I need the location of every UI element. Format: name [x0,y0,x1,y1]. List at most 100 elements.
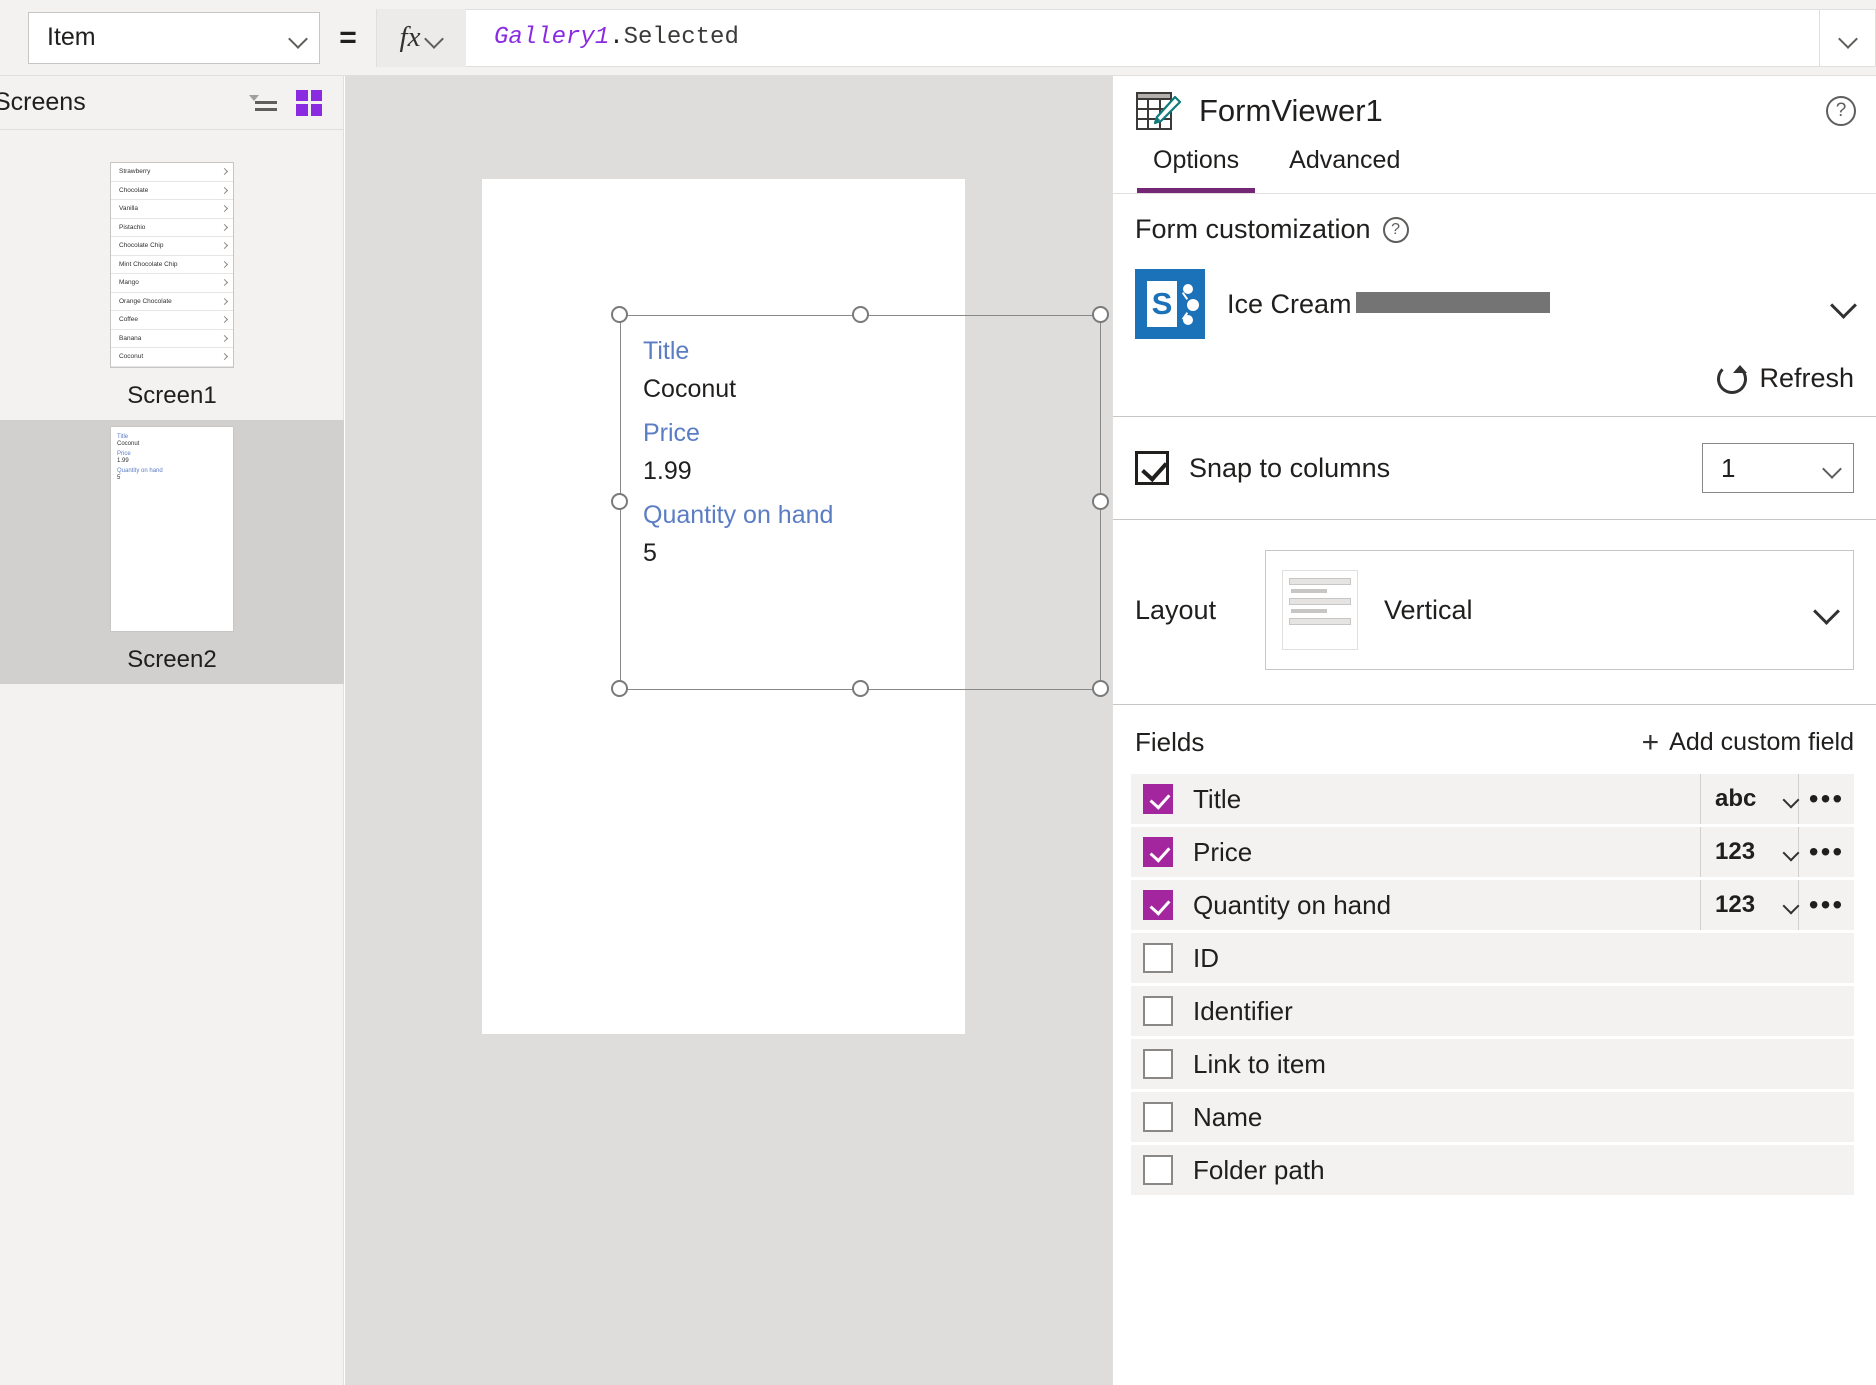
field-type-value: 123 [1715,838,1756,865]
resize-handle-middle-left[interactable] [611,493,628,510]
resize-handle-middle-right[interactable] [1092,493,1109,510]
field-checkbox[interactable] [1143,943,1173,973]
gallery-row: Banana [111,330,233,348]
form-field-price: Price 1.99 [643,417,700,489]
snap-to-columns-label: Snap to columns [1189,452,1391,483]
field-name: ID [1193,942,1219,973]
field-checkbox[interactable] [1143,837,1173,867]
thumb-field-value: Coconut [117,441,140,447]
field-checkbox[interactable] [1143,1155,1173,1185]
help-icon[interactable]: ? [1826,96,1856,126]
screen2-label: Screen2 [127,646,217,673]
gallery-row: Pistachio [111,219,233,237]
field-more-button[interactable]: ••• [1798,880,1854,930]
chevron-down-icon [289,29,307,47]
field-type-dropdown[interactable]: abc [1700,774,1798,824]
resize-handle-top-right[interactable] [1092,306,1109,323]
chevron-right-icon [222,206,227,211]
tab-options[interactable]: Options [1137,146,1256,193]
chevron-down-icon [1823,459,1841,477]
columns-count-dropdown[interactable]: 1 [1702,443,1854,493]
resize-handle-bottom-left[interactable] [611,680,628,697]
layout-section: Layout Vertical [1113,520,1876,705]
chevron-down-icon [1815,599,1837,621]
snap-to-columns-checkbox[interactable] [1135,451,1169,485]
screen2-thumbnail[interactable]: Title Coconut Price 1.99 Quantity on han… [110,426,234,632]
fields-section-header: Fields + Add custom field [1113,705,1876,774]
field-row-folder-path[interactable]: Folder path [1131,1145,1854,1195]
form-viewer-icon [1135,89,1183,133]
tab-advanced[interactable]: Advanced [1273,146,1416,193]
layout-preview-icon [1282,570,1358,650]
layout-label: Layout [1135,594,1217,625]
field-checkbox[interactable] [1143,784,1173,814]
chevron-right-icon [222,336,227,341]
form-field-label: Quantity on hand [643,501,834,529]
resize-handle-top-center[interactable] [852,306,869,323]
field-row-title[interactable]: Title abc ••• [1131,774,1854,824]
field-row-identifier[interactable]: Identifier [1131,986,1854,1036]
field-name: Link to item [1193,1048,1326,1079]
field-type-value: abc [1715,785,1757,812]
field-more-button[interactable]: ••• [1798,827,1854,877]
fields-title: Fields [1135,727,1205,757]
field-row-quantity-on-hand[interactable]: Quantity on hand 123 ••• [1131,880,1854,930]
refresh-icon [1717,363,1748,394]
resize-handle-bottom-right[interactable] [1092,680,1109,697]
fx-icon: fx [399,21,421,53]
data-source-row[interactable]: S Ice Cream SharePoint [1135,269,1854,339]
refresh-button[interactable]: Refresh [1135,363,1854,394]
field-checkbox[interactable] [1143,996,1173,1026]
tree-view-button[interactable] [243,85,283,121]
help-icon[interactable]: ? [1382,216,1409,243]
field-name: Folder path [1193,1154,1325,1185]
screen1-thumbnail[interactable]: Strawberry Chocolate Vanilla Pistachio C… [110,162,234,368]
gallery-row: Chocolate Chip [111,237,233,256]
chevron-down-icon[interactable] [1832,293,1854,315]
screen-entry-screen2[interactable]: Title Coconut Price 1.99 Quantity on han… [0,420,344,684]
gallery-row: Mint Chocolate Chip [111,256,233,274]
thumb-field-label: Price [117,451,131,457]
property-dropdown[interactable]: Item [28,11,320,64]
sharepoint-letter: S [1147,281,1177,327]
resize-handle-top-left[interactable] [611,306,628,323]
field-row-link-to-item[interactable]: Link to item [1131,1039,1854,1089]
field-type-value: 123 [1715,891,1756,918]
form-customization-section: Form customization ? S Ice Cream SharePo… [1113,194,1876,417]
field-checkbox[interactable] [1143,890,1173,920]
fx-button[interactable]: fx [376,8,466,67]
formula-input[interactable]: Gallery1.Selected [466,8,1820,67]
field-checkbox[interactable] [1143,1102,1173,1132]
thumb-field-value: 1.99 [117,458,129,464]
form-viewer-control[interactable]: Title Coconut Price 1.99 Quantity on han… [611,306,1109,697]
field-checkbox[interactable] [1143,1049,1173,1079]
chevron-down-icon [425,29,443,47]
properties-panel-header: FormViewer1 ? [1113,76,1876,146]
formula-expand-button[interactable] [1820,8,1876,67]
chevron-right-icon [222,280,227,285]
data-source-name: Ice Cream [1227,288,1352,319]
form-field-value: 1.99 [643,456,692,485]
field-row-price[interactable]: Price 123 ••• [1131,827,1854,877]
add-custom-field-button[interactable]: + Add custom field [1642,727,1854,758]
chevron-down-icon [1839,29,1857,47]
app-screen-preview[interactable]: Title Coconut Price 1.99 Quantity on han… [482,179,1109,1034]
field-type-dropdown[interactable]: 123 [1700,880,1798,930]
layout-value: Vertical [1384,594,1473,625]
field-name: Identifier [1193,995,1293,1026]
field-type-dropdown[interactable]: 123 [1700,827,1798,877]
gallery-row: Strawberry [111,163,233,182]
properties-panel: FormViewer1 ? Options Advanced Form cust… [1112,76,1876,1385]
chevron-down-icon [1784,845,1798,859]
field-more-button[interactable]: ••• [1798,774,1854,824]
resize-handle-bottom-center[interactable] [852,680,869,697]
screen-entry-screen1[interactable]: Strawberry Chocolate Vanilla Pistachio C… [0,156,344,420]
form-customization-title: Form customization [1135,214,1371,244]
layout-dropdown[interactable]: Vertical [1265,550,1854,670]
add-custom-field-label: Add custom field [1669,728,1854,756]
gallery-row: Mango [111,274,233,293]
thumbnail-view-button[interactable] [289,85,329,121]
snap-to-columns-section: Snap to columns 1 [1113,417,1876,520]
field-row-name[interactable]: Name [1131,1092,1854,1142]
field-row-id[interactable]: ID [1131,933,1854,983]
